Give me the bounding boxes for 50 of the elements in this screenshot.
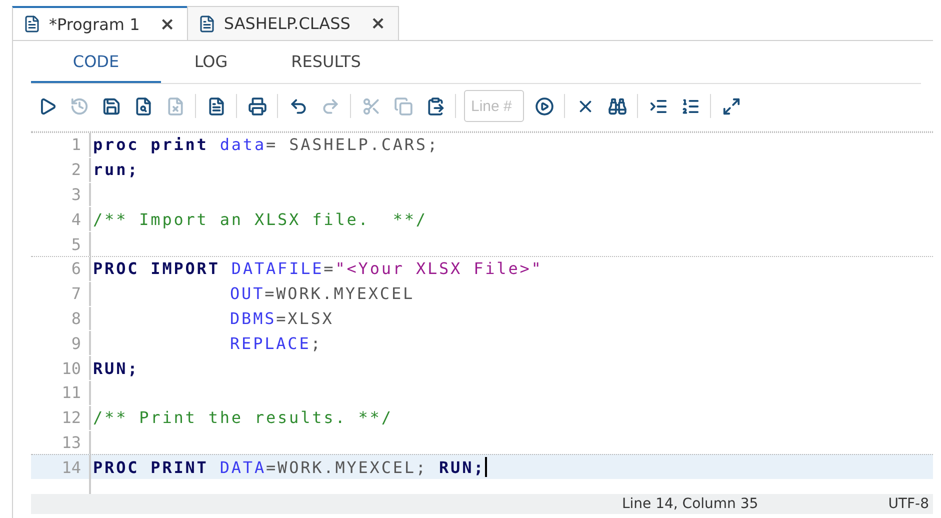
code-text: OUT <box>230 284 265 304</box>
line-number: 13 <box>60 432 82 452</box>
view-tab[interactable]: CODE <box>31 41 161 83</box>
code-text: PROC PRINT <box>93 458 208 477</box>
view-tab[interactable]: RESULTS <box>261 41 391 83</box>
code-text: data <box>218 135 266 154</box>
line-number: 4 <box>70 210 82 229</box>
code-text: = SASHELP.CARS; <box>266 135 439 154</box>
line-number: 6 <box>70 259 82 278</box>
code-text: DBMS <box>230 308 276 328</box>
code-text: RUN; <box>439 458 486 477</box>
line-number: 11 <box>60 383 82 402</box>
tab-label: *Program 1 <box>49 14 140 34</box>
code-text: /** Import an XLSX file. **/ <box>93 210 428 229</box>
line-number: 2 <box>70 160 82 180</box>
editor-tab[interactable]: SASHELP.CLASS × <box>186 6 399 40</box>
text-cursor <box>485 457 488 478</box>
line-number: 10 <box>60 358 82 378</box>
line-number: 1 <box>70 135 82 154</box>
line-number: 7 <box>70 284 82 304</box>
code-text: DATAFILE <box>230 259 324 278</box>
code-text: proc print <box>93 135 208 154</box>
code-text: PROC IMPORT <box>93 259 220 278</box>
line-number: 12 <box>60 408 82 428</box>
code-text: ; <box>310 334 322 353</box>
line-number: 3 <box>70 184 82 204</box>
tab-label: SASHELP.CLASS <box>224 14 350 33</box>
code-text: DATA <box>218 458 266 477</box>
line-number: 5 <box>70 234 82 254</box>
code-text: =WORK.MYEXCEL <box>264 284 415 304</box>
code-text: =XLSX <box>276 308 334 328</box>
view-tab[interactable]: LOG <box>161 41 261 83</box>
cursor-position: Line 14, Column 35 <box>622 496 758 512</box>
close-icon[interactable]: × <box>160 14 175 34</box>
encoding: UTF-8 <box>888 496 929 512</box>
line-number: 8 <box>70 308 82 328</box>
line-number-field[interactable]: Line # <box>464 90 524 122</box>
line-number: 9 <box>70 334 82 353</box>
code-text: run; <box>93 160 140 180</box>
line-number: 14 <box>60 458 82 477</box>
close-icon[interactable]: × <box>370 13 386 34</box>
code-text: REPLACE <box>230 334 311 353</box>
editor-tab[interactable]: *Program 1 × <box>12 6 188 40</box>
code-text: /** Print the results. **/ <box>93 408 393 428</box>
code-text: RUN; <box>93 358 140 378</box>
code-text: "<Your XLSX File>" <box>335 259 543 278</box>
code-text: =WORK.MYEXCEL; <box>266 458 428 477</box>
program-icon <box>198 14 216 32</box>
program-icon <box>23 15 41 33</box>
code-text: = <box>324 259 336 278</box>
